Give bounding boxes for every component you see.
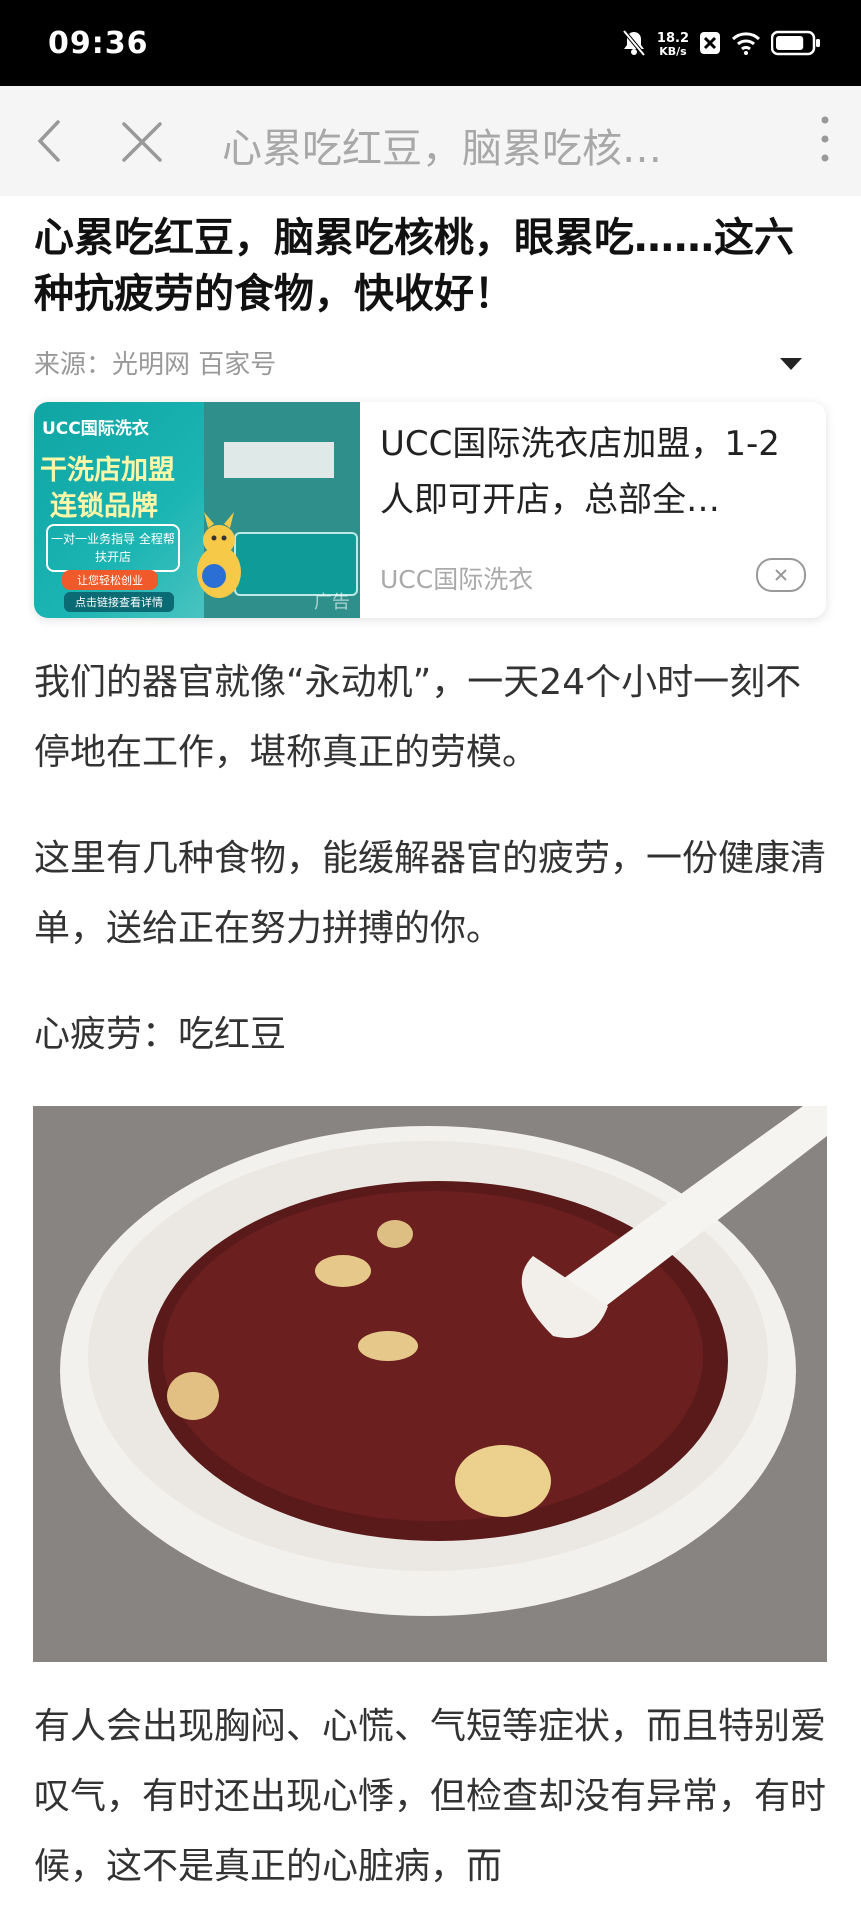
red-bean-soup-photo: [33, 1106, 827, 1662]
close-icon[interactable]: [120, 120, 164, 168]
battery-fill: [776, 36, 804, 50]
ad-image-pill3: 点击链接查看详情: [64, 592, 174, 612]
ad-image[interactable]: UCC国际洗衣 干洗店加盟 连锁品牌 一对一业务指导 全程帮扶开店 让您轻松创业…: [34, 402, 360, 618]
ad-card[interactable]: UCC国际洗衣 干洗店加盟 连锁品牌 一对一业务指导 全程帮扶开店 让您轻松创业…: [34, 402, 826, 618]
paragraph: 这里有几种食物，能缓解器官的疲劳，一份健康清单，送给正在努力拼搏的你。: [34, 838, 827, 949]
ad-close-button[interactable]: [756, 558, 806, 592]
ad-image-line2: 连锁品牌: [50, 491, 158, 522]
kangaroo-mascot-icon: [197, 512, 241, 598]
net-speed-unit: KB/s: [659, 45, 687, 58]
article-meta: 来源：光明网 百家号: [34, 344, 826, 384]
status-icons: 18.2 KB/s: [621, 29, 821, 61]
paragraph: 我们的器官就像“永动机”，一天24个小时一刻不停地在工作，堪称真正的劳模。: [34, 662, 802, 773]
ad-image-pill1: 一对一业务指导 全程帮扶开店: [46, 524, 180, 572]
more-options-icon[interactable]: [819, 114, 831, 168]
ad-label: 广告: [314, 592, 350, 613]
battery-icon: [770, 30, 821, 60]
ad-source: UCC国际洗衣: [380, 565, 534, 594]
close-icon: [775, 569, 787, 581]
red-bean-soup-image: [33, 1106, 827, 1662]
clock: 09:36: [48, 26, 149, 61]
ad-image-line1: 干洗店加盟: [40, 455, 175, 486]
page-title: 心累吃红豆，脑累吃核…: [222, 126, 662, 172]
article: 心累吃红豆，脑累吃核桃，眼累吃……这六种抗疲劳的食物，快收好！ 来源：光明网 百…: [33, 210, 827, 1902]
paragraph: 有人会出现胸闷、心慌、气短等症状，而且特别爱叹气，有时还出现心悸，但检查却没有异…: [34, 1706, 827, 1887]
mute-bell-icon: [621, 29, 647, 61]
net-speed-value: 18.2: [656, 31, 689, 46]
article-headline: 心累吃红豆，脑累吃核桃，眼累吃……这六种抗疲劳的食物，快收好！: [34, 215, 794, 317]
ad-text[interactable]: UCC国际洗衣店加盟，1-2人即可开店，总部全…: [380, 416, 800, 528]
ad-image-brand: UCC国际洗衣: [42, 419, 149, 439]
ad-image-pill2: 让您轻松创业: [62, 570, 158, 590]
back-chevron-icon[interactable]: [34, 118, 64, 168]
dropdown-triangle-icon[interactable]: [780, 358, 802, 370]
sim-x-icon: [699, 31, 721, 59]
status-bar: 09:36 18.2 KB/s: [0, 0, 861, 86]
wifi-icon: [731, 31, 761, 59]
browser-toolbar: 心累吃红豆，脑累吃核…: [0, 86, 861, 196]
store-shelf: [224, 442, 334, 478]
network-speed: 18.2 KB/s: [657, 32, 689, 58]
section-heading: 心疲劳：吃红豆: [34, 1014, 287, 1055]
article-source: 来源：光明网 百家号: [34, 350, 277, 380]
